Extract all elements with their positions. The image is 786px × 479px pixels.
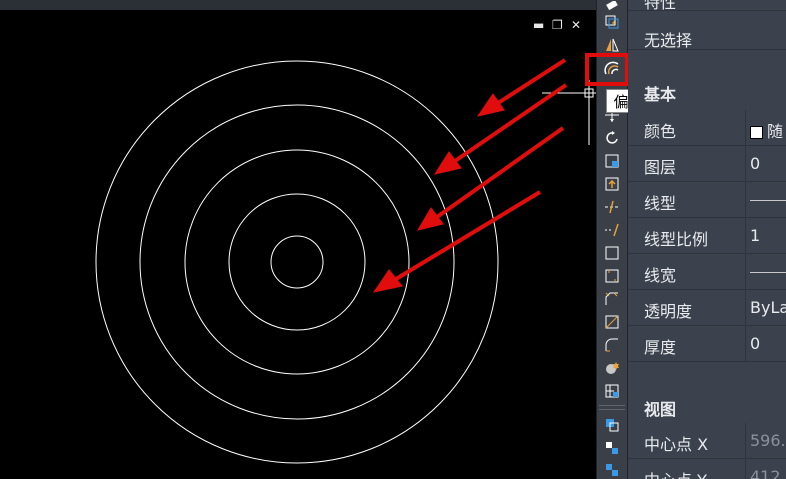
prop-row-transparency[interactable]: 透明度 ByLa	[628, 290, 786, 326]
col-separator	[745, 459, 746, 479]
linetype-preview	[750, 200, 786, 201]
prop-row-layer[interactable]: 图层 0	[628, 146, 786, 182]
circle-large[interactable]	[139, 104, 455, 420]
prop-label: 中心点 Y	[644, 467, 707, 479]
trim-icon[interactable]	[603, 198, 621, 216]
prop-row-linetype[interactable]: 线型	[628, 182, 786, 218]
extend-icon[interactable]	[603, 221, 621, 239]
ungroup-icon[interactable]	[603, 461, 621, 479]
section-view[interactable]: 视图	[644, 396, 676, 420]
prop-label: 线宽	[644, 266, 677, 285]
rotate-icon[interactable]	[603, 129, 621, 147]
selection-label: 无选择	[644, 31, 693, 50]
stretch-icon[interactable]	[603, 175, 621, 193]
group-icon[interactable]	[603, 439, 621, 457]
prop-value: 1	[750, 226, 761, 245]
fillet-icon[interactable]	[603, 313, 621, 331]
explode-icon[interactable]	[603, 359, 621, 377]
prop-value: ByLa	[750, 298, 786, 317]
join-icon[interactable]	[603, 267, 621, 285]
prop-row-linetype-scale[interactable]: 线型比例 1	[628, 218, 786, 254]
color-swatch	[750, 126, 763, 139]
prop-row-center-y[interactable]: 中心点 Y 412	[628, 459, 786, 479]
col-separator	[745, 218, 746, 254]
toolbar-divider	[599, 405, 625, 410]
prop-row-lineweight[interactable]: 线宽	[628, 254, 786, 290]
prop-label: 图层	[644, 158, 677, 177]
drawing-svg	[95, 60, 596, 464]
properties-panel: 特性 无选择 基本 颜色 随 图层 0 线型 线型比例 1 线宽 透明度 ByL…	[628, 0, 786, 479]
blend-icon[interactable]	[603, 336, 621, 354]
prop-label: 颜色	[644, 122, 677, 141]
close-icon[interactable]: ✕	[571, 18, 581, 32]
prop-value: 596.	[750, 431, 786, 450]
col-separator	[745, 110, 746, 146]
chamfer-icon[interactable]	[603, 290, 621, 308]
prop-row-thickness[interactable]: 厚度 0	[628, 326, 786, 362]
prop-label: 线型比例	[644, 230, 709, 249]
circle-inner[interactable]	[270, 235, 324, 289]
scale-icon[interactable]	[603, 152, 621, 170]
canvas-top-strip	[0, 0, 596, 10]
lineweight-preview	[750, 272, 786, 273]
prop-label: 线型	[644, 194, 677, 213]
col-separator	[745, 423, 746, 459]
col-separator	[745, 290, 746, 326]
prop-value: 0	[750, 334, 761, 353]
circle-small[interactable]	[228, 193, 366, 331]
prop-label: 厚度	[644, 338, 677, 357]
copy-icon[interactable]	[603, 13, 621, 31]
col-separator	[745, 182, 746, 218]
prop-value: 0	[750, 154, 761, 173]
prop-value: 412	[750, 467, 781, 479]
col-separator	[745, 146, 746, 182]
section-basic[interactable]: 基本	[644, 81, 676, 105]
restore-icon[interactable]: ❐	[552, 18, 563, 32]
col-separator	[745, 326, 746, 362]
mirror-icon[interactable]	[603, 36, 621, 54]
selection-dropdown[interactable]: 无选择	[628, 10, 786, 50]
prop-label: 中心点 X	[644, 435, 709, 454]
break-icon[interactable]	[603, 244, 621, 262]
drawing-canvas[interactable]: ▬ ❐ ✕	[0, 0, 596, 479]
offset-highlight-box	[585, 53, 629, 86]
array-icon[interactable]	[603, 382, 621, 400]
prop-label: 透明度	[644, 302, 693, 321]
prop-value: 随	[767, 122, 784, 141]
col-separator	[745, 254, 746, 290]
prop-row-center-x[interactable]: 中心点 X 596.	[628, 423, 786, 459]
minimize-icon[interactable]: ▬	[533, 18, 544, 32]
prop-row-color[interactable]: 颜色 随	[628, 110, 786, 146]
layer-icon[interactable]	[603, 416, 621, 434]
circle-outer[interactable]	[95, 60, 499, 464]
circle-medium[interactable]	[184, 149, 410, 375]
